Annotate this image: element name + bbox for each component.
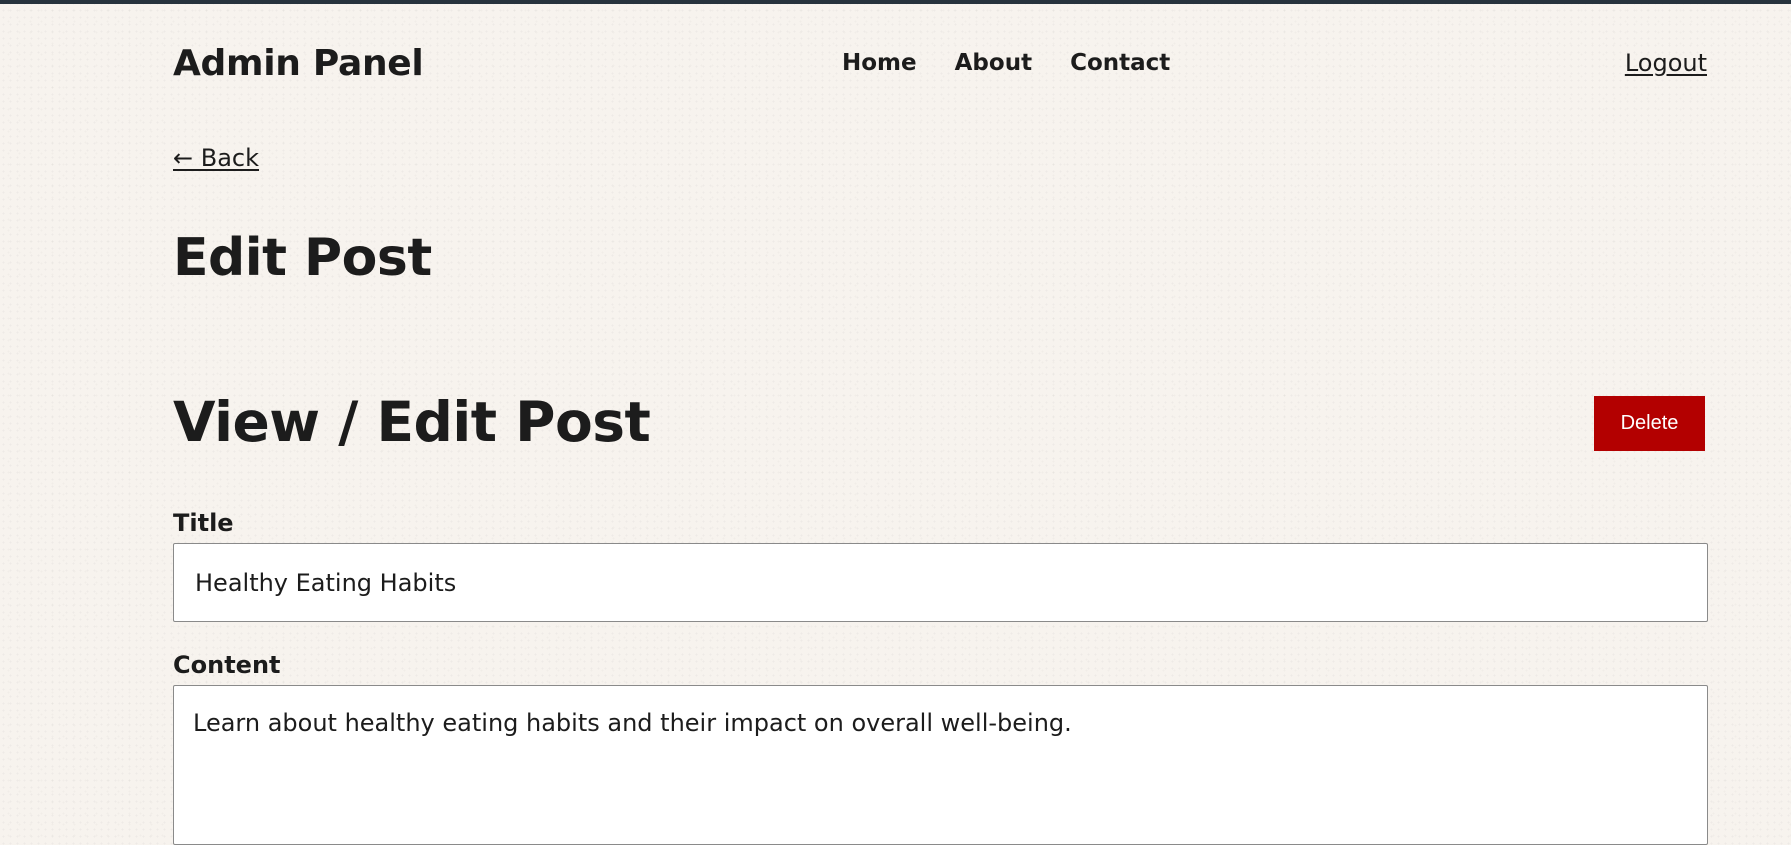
main-nav: Home About Contact xyxy=(842,46,1170,80)
page-title: Edit Post xyxy=(173,228,432,288)
nav-home-link[interactable]: Home xyxy=(842,46,917,80)
logout-link[interactable]: Logout xyxy=(1625,46,1707,80)
delete-button[interactable]: Delete xyxy=(1594,396,1705,451)
title-field-label: Title xyxy=(173,509,234,537)
nav-about-link[interactable]: About xyxy=(955,46,1032,80)
section-title: View / Edit Post xyxy=(173,390,651,454)
nav-contact-link[interactable]: Contact xyxy=(1070,46,1170,80)
back-link[interactable]: ← Back xyxy=(173,141,259,175)
brand-title: Admin Panel xyxy=(173,43,424,84)
content-textarea[interactable]: Learn about healthy eating habits and th… xyxy=(173,685,1708,845)
top-accent-bar xyxy=(0,0,1791,4)
title-input[interactable] xyxy=(173,543,1708,622)
content-field-label: Content xyxy=(173,651,281,679)
